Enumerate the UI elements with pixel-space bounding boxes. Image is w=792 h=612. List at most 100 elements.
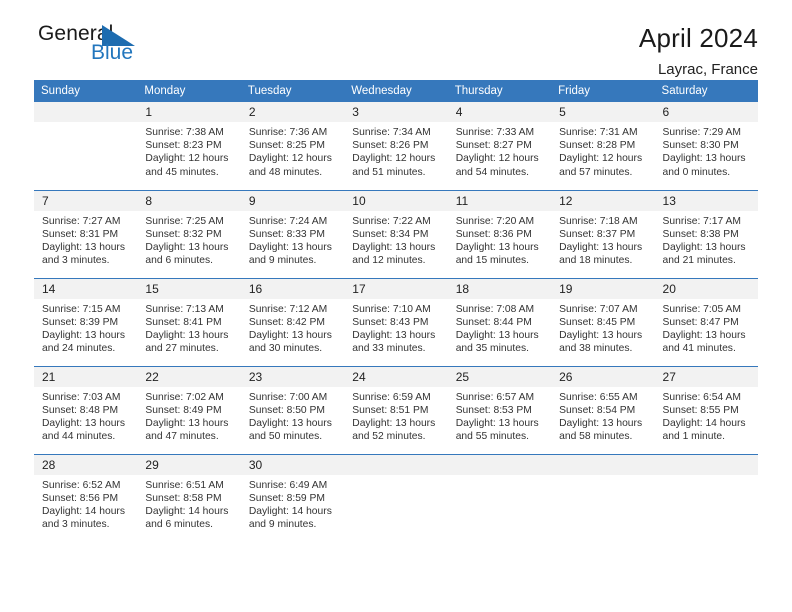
daylight-text-line1: Daylight: 12 hours bbox=[352, 153, 436, 165]
calendar-day-cell[interactable]: 19 Sunrise: 7:07 AM Sunset: 8:45 PM Dayligh… bbox=[551, 277, 655, 366]
day-details: Sunrise: 7:10 AM Sunset: 8:43 PM Daylight:… bbox=[344, 299, 447, 356]
sunrise-text: Sunrise: 7:33 AM bbox=[455, 127, 535, 138]
calendar-day-cell[interactable]: 27 Sunrise: 6:54 AM Sunset: 8:55 PM Dayligh… bbox=[654, 365, 758, 454]
weekday-header-thursday: Thursday bbox=[447, 80, 552, 102]
calendar-day-cell[interactable]: 6 Sunrise: 7:29 AM Sunset: 8:30 PM Daylight… bbox=[654, 102, 758, 190]
calendar-body: 1 Sunrise: 7:38 AM Sunset: 8:23 PM Daylight… bbox=[34, 102, 758, 542]
calendar-day-cell[interactable]: 20 Sunrise: 7:05 AM Sunset: 8:47 PM Dayligh… bbox=[654, 277, 758, 366]
day-cell-inner: 1 Sunrise: 7:38 AM Sunset: 8:23 PM Daylight… bbox=[137, 102, 241, 190]
day-number bbox=[551, 454, 655, 475]
sunrise-text: Sunrise: 6:54 AM bbox=[662, 391, 741, 403]
calendar-day-cell[interactable]: 30 Sunrise: 6:49 AM Sunset: 8:59 PM Dayligh… bbox=[240, 453, 345, 542]
daylight-text-line2: and 54 minutes. bbox=[455, 166, 529, 178]
daylight-text-line1: Daylight: 13 hours bbox=[662, 153, 746, 165]
sunset-text: Sunset: 8:53 PM bbox=[455, 404, 532, 416]
day-details: Sunrise: 7:38 AM Sunset: 8:23 PM Daylight:… bbox=[137, 122, 240, 179]
calendar-day-cell[interactable]: 9 Sunrise: 7:24 AM Sunset: 8:33 PM Daylight… bbox=[240, 189, 345, 278]
calendar-day-cell[interactable]: 23 Sunrise: 7:00 AM Sunset: 8:50 PM Dayligh… bbox=[240, 365, 345, 454]
sunset-text: Sunset: 8:38 PM bbox=[662, 228, 739, 240]
day-cell-inner: 8 Sunrise: 7:25 AM Sunset: 8:32 PM Daylight… bbox=[137, 190, 241, 278]
day-cell-inner bbox=[447, 454, 552, 543]
calendar-day-cell[interactable]: 10 Sunrise: 7:22 AM Sunset: 8:34 PM Dayligh… bbox=[344, 189, 448, 278]
daylight-text-line2: and 52 minutes. bbox=[352, 431, 426, 443]
calendar-day-cell[interactable]: 8 Sunrise: 7:25 AM Sunset: 8:32 PM Daylight… bbox=[137, 189, 241, 278]
day-number: 26 bbox=[551, 366, 655, 387]
calendar-day-cell[interactable]: 24 Sunrise: 6:59 AM Sunset: 8:51 PM Dayligh… bbox=[344, 365, 448, 454]
day-cell-inner: 18 Sunrise: 7:08 AM Sunset: 8:44 PM Dayligh… bbox=[447, 278, 552, 366]
day-number: 20 bbox=[654, 278, 758, 299]
calendar-day-cell[interactable]: 12 Sunrise: 7:18 AM Sunset: 8:37 PM Dayligh… bbox=[551, 189, 655, 278]
day-number: 17 bbox=[344, 278, 448, 299]
sunrise-text: Sunrise: 7:08 AM bbox=[455, 303, 535, 315]
calendar-day-cell[interactable]: 26 Sunrise: 6:55 AM Sunset: 8:54 PM Dayligh… bbox=[551, 365, 655, 454]
weekday-header-tuesday: Tuesday bbox=[240, 80, 345, 102]
sunrise-text: Sunrise: 7:03 AM bbox=[42, 391, 121, 403]
calendar-day-cell[interactable]: 25 Sunrise: 6:57 AM Sunset: 8:53 PM Dayligh… bbox=[447, 365, 552, 454]
sunset-text: Sunset: 8:26 PM bbox=[352, 140, 429, 152]
daylight-text-line2: and 58 minutes. bbox=[559, 431, 633, 443]
calendar-day-cell[interactable]: 13 Sunrise: 7:17 AM Sunset: 8:38 PM Dayligh… bbox=[654, 189, 758, 278]
day-details: Sunrise: 7:00 AM Sunset: 8:50 PM Daylight:… bbox=[241, 387, 344, 444]
day-number bbox=[344, 454, 448, 475]
calendar-day-cell[interactable]: 5 Sunrise: 7:31 AM Sunset: 8:28 PM Daylight… bbox=[551, 102, 655, 190]
calendar-day-cell[interactable]: 2 Sunrise: 7:36 AM Sunset: 8:25 PM Daylight… bbox=[240, 102, 345, 190]
day-cell-inner: 27 Sunrise: 6:54 AM Sunset: 8:55 PM Dayligh… bbox=[654, 366, 758, 454]
daylight-text-line1: Daylight: 13 hours bbox=[455, 241, 539, 253]
calendar-day-cell[interactable]: 28 Sunrise: 6:52 AM Sunset: 8:56 PM Dayligh… bbox=[34, 453, 138, 542]
calendar-day-cell[interactable]: 18 Sunrise: 7:08 AM Sunset: 8:44 PM Dayligh… bbox=[447, 277, 552, 366]
calendar-day-cell[interactable]: 3 Sunrise: 7:34 AM Sunset: 8:26 PM Daylight… bbox=[344, 102, 448, 190]
calendar-day-cell[interactable]: 16 Sunrise: 7:12 AM Sunset: 8:42 PM Dayligh… bbox=[240, 277, 345, 366]
sunset-text: Sunset: 8:27 PM bbox=[455, 140, 532, 152]
sunset-text: Sunset: 8:51 PM bbox=[352, 404, 429, 416]
calendar-day-cell[interactable]: 1 Sunrise: 7:38 AM Sunset: 8:23 PM Daylight… bbox=[137, 102, 241, 190]
day-cell-inner: 3 Sunrise: 7:34 AM Sunset: 8:26 PM Daylight… bbox=[344, 102, 448, 190]
day-details: Sunrise: 7:31 AM Sunset: 8:28 PM Daylight:… bbox=[551, 122, 654, 179]
day-number: 28 bbox=[34, 454, 138, 475]
title-block: April 2024 Layrac, France bbox=[639, 22, 758, 80]
daylight-text-line2: and 50 minutes. bbox=[248, 431, 323, 443]
day-details: Sunrise: 7:20 AM Sunset: 8:36 PM Daylight:… bbox=[448, 211, 551, 268]
calendar-day-cell[interactable]: 22 Sunrise: 7:02 AM Sunset: 8:49 PM Dayligh… bbox=[137, 365, 241, 454]
calendar-day-cell[interactable]: 14 Sunrise: 7:15 AM Sunset: 8:39 PM Dayligh… bbox=[34, 277, 138, 366]
daylight-text-line2: and 35 minutes. bbox=[455, 343, 529, 355]
day-number: 29 bbox=[137, 454, 241, 475]
daylight-text-line2: and 38 minutes. bbox=[559, 343, 633, 355]
daylight-text-line1: Daylight: 13 hours bbox=[352, 241, 436, 253]
day-number bbox=[34, 102, 138, 122]
day-number: 6 bbox=[654, 102, 758, 122]
sunrise-text: Sunrise: 7:22 AM bbox=[352, 215, 431, 227]
calendar-day-cell[interactable]: 29 Sunrise: 6:51 AM Sunset: 8:58 PM Dayligh… bbox=[137, 453, 241, 542]
calendar-day-cell[interactable]: 7 Sunrise: 7:27 AM Sunset: 8:31 PM Daylight… bbox=[34, 189, 138, 278]
calendar-day-cell[interactable]: 17 Sunrise: 7:10 AM Sunset: 8:43 PM Dayligh… bbox=[344, 277, 448, 366]
day-cell-inner: 20 Sunrise: 7:05 AM Sunset: 8:47 PM Dayligh… bbox=[654, 278, 758, 366]
calendar-day-cell[interactable]: 15 Sunrise: 7:13 AM Sunset: 8:41 PM Dayligh… bbox=[137, 277, 241, 366]
day-cell-inner bbox=[654, 454, 758, 543]
sunset-text: Sunset: 8:45 PM bbox=[559, 316, 636, 328]
daylight-text-line1: Daylight: 13 hours bbox=[559, 417, 643, 429]
sunrise-text: Sunrise: 7:29 AM bbox=[662, 127, 741, 138]
day-number: 25 bbox=[447, 366, 552, 387]
day-cell-inner bbox=[551, 454, 655, 543]
day-details: Sunrise: 6:57 AM Sunset: 8:53 PM Daylight:… bbox=[448, 387, 551, 444]
calendar-day-cell[interactable]: 11 Sunrise: 7:20 AM Sunset: 8:36 PM Dayligh… bbox=[447, 189, 552, 278]
daylight-text-line2: and 6 minutes. bbox=[145, 255, 213, 267]
day-details: Sunrise: 7:36 AM Sunset: 8:25 PM Daylight:… bbox=[241, 122, 344, 179]
day-number: 23 bbox=[240, 366, 345, 387]
daylight-text-line2: and 41 minutes. bbox=[662, 343, 736, 355]
day-cell-inner: 26 Sunrise: 6:55 AM Sunset: 8:54 PM Dayligh… bbox=[551, 366, 655, 454]
daylight-text-line2: and 21 minutes. bbox=[662, 255, 736, 267]
day-details: Sunrise: 7:29 AM Sunset: 8:30 PM Daylight:… bbox=[655, 122, 758, 179]
sunrise-text: Sunrise: 6:51 AM bbox=[145, 479, 224, 491]
calendar-day-cell[interactable]: 21 Sunrise: 7:03 AM Sunset: 8:48 PM Dayligh… bbox=[34, 365, 138, 454]
daylight-text-line2: and 3 minutes. bbox=[42, 255, 110, 267]
location-subtitle: Layrac, France bbox=[657, 61, 758, 78]
daylight-text-line1: Daylight: 14 hours bbox=[662, 417, 746, 429]
daylight-text-line1: Daylight: 13 hours bbox=[42, 417, 125, 429]
calendar-day-cell[interactable]: 4 Sunrise: 7:33 AM Sunset: 8:27 PM Daylight… bbox=[447, 102, 552, 190]
calendar-day-cell-empty bbox=[551, 453, 655, 543]
day-number: 13 bbox=[654, 190, 758, 211]
day-details: Sunrise: 6:52 AM Sunset: 8:56 PM Daylight:… bbox=[34, 475, 137, 532]
day-cell-inner: 24 Sunrise: 6:59 AM Sunset: 8:51 PM Dayligh… bbox=[344, 366, 448, 454]
daylight-text-line2: and 57 minutes. bbox=[559, 166, 633, 178]
day-details: Sunrise: 7:34 AM Sunset: 8:26 PM Daylight:… bbox=[344, 122, 447, 179]
